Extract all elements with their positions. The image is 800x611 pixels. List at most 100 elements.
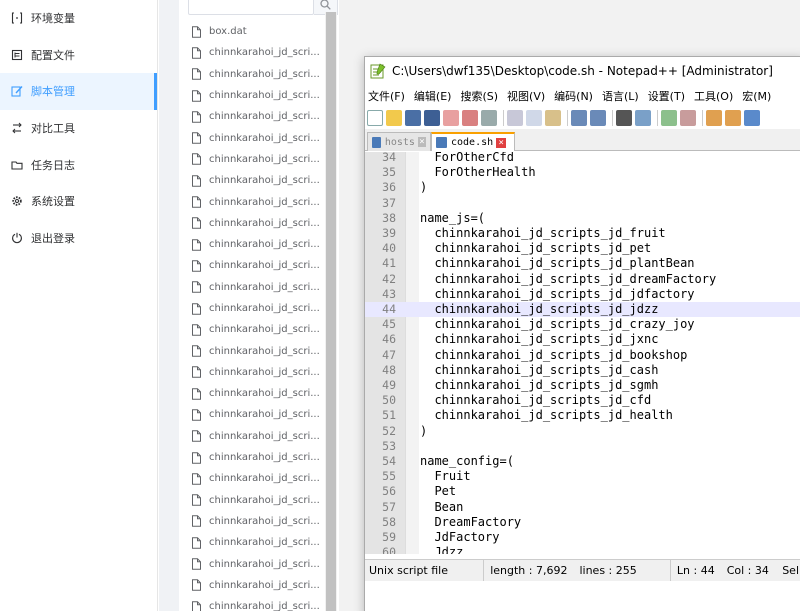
code-line[interactable]: 44 chinnkarahoi_jd_scripts_jd_jdzz — [365, 302, 800, 318]
new-file-icon[interactable] — [367, 110, 383, 126]
menu-item[interactable]: 设置(T) — [648, 88, 685, 104]
nav-item[interactable]: 脚本管理 — [0, 73, 157, 110]
code-line[interactable]: 53 — [365, 439, 800, 454]
code-line[interactable]: 46 chinnkarahoi_jd_scripts_jd_jxnc — [365, 332, 800, 347]
code-line[interactable]: 40 chinnkarahoi_jd_scripts_jd_pet — [365, 241, 800, 256]
zoom-in-icon[interactable] — [661, 110, 677, 126]
file-list-item[interactable]: chinnkarahoi_jd_scri... — [191, 426, 325, 447]
code-line[interactable]: 52) — [365, 424, 800, 439]
nav-item[interactable]: 系统设置 — [0, 183, 157, 220]
copy-icon[interactable] — [526, 110, 542, 126]
word-wrap-icon[interactable] — [744, 110, 760, 126]
file-list-item[interactable]: chinnkarahoi_jd_scri... — [191, 42, 325, 63]
tab-hosts[interactable]: hosts × — [367, 132, 431, 151]
file-list-item[interactable]: chinnkarahoi_jd_scri... — [191, 362, 325, 383]
open-file-icon[interactable] — [386, 110, 402, 126]
sync-scroll-v-icon[interactable] — [706, 110, 722, 126]
scrollbar-thumb[interactable] — [326, 12, 336, 611]
file-list-item[interactable]: chinnkarahoi_jd_scri... — [191, 149, 325, 170]
code-line[interactable]: 39 chinnkarahoi_jd_scripts_jd_fruit — [365, 226, 800, 241]
code-line[interactable]: 34 ForOtherCfd — [365, 152, 800, 165]
code-line[interactable]: 57 Bean — [365, 500, 800, 515]
file-list-item[interactable]: chinnkarahoi_jd_scri... — [191, 404, 325, 425]
replace-icon[interactable] — [635, 110, 651, 126]
tab-code-sh[interactable]: code.sh × — [431, 132, 515, 151]
window-titlebar[interactable]: C:\Users\dwf135\Desktop\code.sh - Notepa… — [365, 57, 800, 85]
menu-item[interactable]: 语言(L) — [602, 88, 639, 104]
menu-item[interactable]: 视图(V) — [507, 88, 545, 104]
file-list-item[interactable]: chinnkarahoi_jd_scri... — [191, 191, 325, 212]
file-list-item[interactable]: chinnkarahoi_jd_scri... — [191, 511, 325, 532]
save-all-icon[interactable] — [424, 110, 440, 126]
file-list-item[interactable]: chinnkarahoi_jd_scri... — [191, 340, 325, 361]
file-list-item[interactable]: chinnkarahoi_jd_scri... — [191, 85, 325, 106]
redo-icon[interactable] — [590, 110, 606, 126]
file-list-scrollbar[interactable] — [325, 12, 337, 611]
save-icon[interactable] — [405, 110, 421, 126]
file-list-item[interactable]: chinnkarahoi_jd_scri... — [191, 447, 325, 468]
code-line[interactable]: 60 Jdzz — [365, 545, 800, 554]
code-line[interactable]: 35 ForOtherHealth — [365, 165, 800, 180]
menu-item[interactable]: 编码(N) — [554, 88, 593, 104]
menu-item[interactable]: 文件(F) — [368, 88, 405, 104]
file-list-item[interactable]: chinnkarahoi_jd_scri... — [191, 553, 325, 574]
file-list-item[interactable]: chinnkarahoi_jd_scri... — [191, 170, 325, 191]
file-list-item[interactable]: chinnkarahoi_jd_scri... — [191, 383, 325, 404]
nav-item[interactable]: 退出登录 — [0, 220, 157, 257]
file-list-item[interactable]: chinnkarahoi_jd_scri... — [191, 64, 325, 85]
file-list-item[interactable]: chinnkarahoi_jd_scri... — [191, 575, 325, 596]
nav-item[interactable]: 任务日志 — [0, 146, 157, 183]
nav-item[interactable]: 对比工具 — [0, 110, 157, 147]
close-all-icon[interactable] — [462, 110, 478, 126]
close-file-icon[interactable] — [443, 110, 459, 126]
find-icon[interactable] — [616, 110, 632, 126]
sync-scroll-h-icon[interactable] — [725, 110, 741, 126]
file-list-item[interactable]: chinnkarahoi_jd_scri... — [191, 596, 325, 611]
file-list-item[interactable]: chinnkarahoi_jd_scri... — [191, 106, 325, 127]
print-icon[interactable] — [481, 110, 497, 126]
code-line[interactable]: 43 chinnkarahoi_jd_scripts_jd_jdfactory — [365, 287, 800, 302]
code-line[interactable]: 54 name_config=( — [365, 454, 800, 469]
file-list-item[interactable]: chinnkarahoi_jd_scri... — [191, 298, 325, 319]
code-line[interactable]: 37 — [365, 196, 800, 211]
code-line[interactable]: 48 chinnkarahoi_jd_scripts_jd_cash — [365, 363, 800, 378]
file-list-item[interactable]: chinnkarahoi_jd_scri... — [191, 234, 325, 255]
toolbar-separator — [612, 110, 613, 126]
code-line[interactable]: 49 chinnkarahoi_jd_scripts_jd_sgmh — [365, 378, 800, 393]
file-list-item[interactable]: chinnkarahoi_jd_scri... — [191, 490, 325, 511]
file-list-item[interactable]: chinnkarahoi_jd_scri... — [191, 277, 325, 298]
code-line[interactable]: 59 JdFactory — [365, 530, 800, 545]
close-tab-icon[interactable]: × — [417, 137, 426, 147]
nav-item[interactable]: 配置文件 — [0, 37, 157, 74]
code-line[interactable]: 56 Pet — [365, 484, 800, 499]
file-search-input[interactable] — [188, 0, 314, 15]
code-line[interactable]: 55 Fruit — [365, 469, 800, 484]
undo-icon[interactable] — [571, 110, 587, 126]
file-list-item[interactable]: chinnkarahoi_jd_scri... — [191, 127, 325, 148]
code-line[interactable]: 38 name_js=( — [365, 211, 800, 226]
code-line[interactable]: 42 chinnkarahoi_jd_scripts_jd_dreamFacto… — [365, 272, 800, 287]
menu-item[interactable]: 搜索(S) — [460, 88, 498, 104]
menu-item[interactable]: 宏(M) — [742, 88, 771, 104]
file-list-item[interactable]: box.dat — [191, 21, 325, 42]
code-line[interactable]: 45 chinnkarahoi_jd_scripts_jd_crazy_joy — [365, 317, 800, 332]
close-tab-icon[interactable]: × — [496, 137, 507, 148]
file-list-item[interactable]: chinnkarahoi_jd_scri... — [191, 255, 325, 276]
nav-item[interactable]: 环境变量 — [0, 0, 157, 37]
code-line[interactable]: 50 chinnkarahoi_jd_scripts_jd_cfd — [365, 393, 800, 408]
paste-icon[interactable] — [545, 110, 561, 126]
code-line[interactable]: 51 chinnkarahoi_jd_scripts_jd_health — [365, 408, 800, 423]
code-line[interactable]: 58 DreamFactory — [365, 515, 800, 530]
file-list-item[interactable]: chinnkarahoi_jd_scri... — [191, 319, 325, 340]
code-line[interactable]: 36) — [365, 180, 800, 195]
menu-item[interactable]: 编辑(E) — [414, 88, 452, 104]
file-list-item[interactable]: chinnkarahoi_jd_scri... — [191, 532, 325, 553]
file-list-item[interactable]: chinnkarahoi_jd_scri... — [191, 213, 325, 234]
zoom-out-icon[interactable] — [680, 110, 696, 126]
cut-icon[interactable] — [507, 110, 523, 126]
menu-item[interactable]: 工具(O) — [694, 88, 733, 104]
file-list-item[interactable]: chinnkarahoi_jd_scri... — [191, 468, 325, 489]
code-editor[interactable]: 34 ForOtherCfd 35 ForOtherHealth 36) 37 38 na… — [365, 152, 800, 554]
code-line[interactable]: 41 chinnkarahoi_jd_scripts_jd_plantBean — [365, 256, 800, 271]
code-line[interactable]: 47 chinnkarahoi_jd_scripts_jd_bookshop — [365, 348, 800, 363]
